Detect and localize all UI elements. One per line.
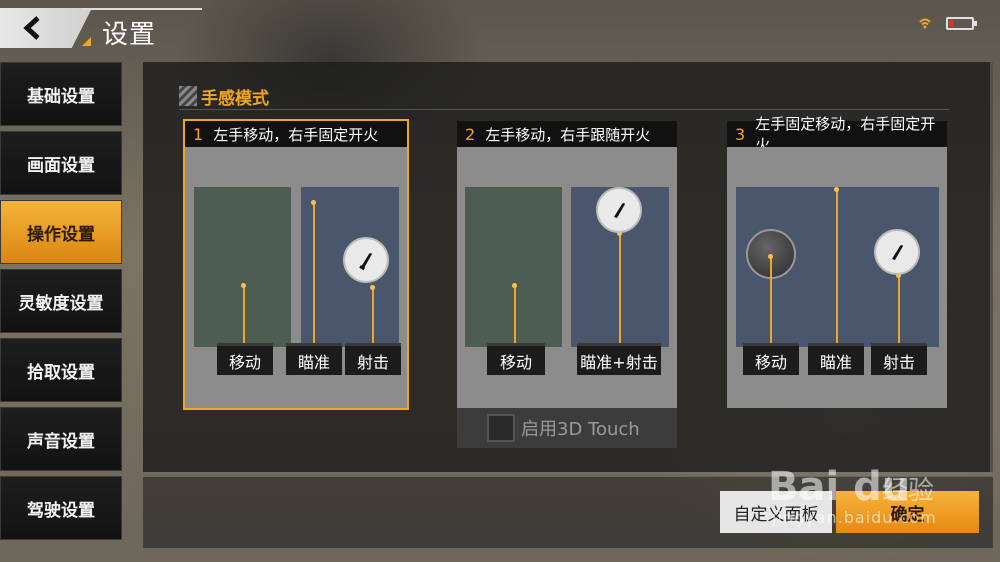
aim-guide-line (313, 202, 315, 343)
title-corner-accent (82, 37, 91, 46)
status-indicators (918, 16, 977, 30)
bullet-icon (596, 187, 642, 233)
bullet-icon (343, 237, 389, 283)
bullet-icon (874, 229, 920, 275)
mode-number: 1 (193, 124, 204, 144)
section-title: 手感模式 (201, 89, 269, 109)
sidebar-item-driving[interactable]: 驾驶设置 (0, 476, 122, 540)
mode-title: 左手移动，右手跟随开火 (485, 125, 651, 144)
tag-move: 移动 (217, 343, 273, 375)
title-frame: 设置 (82, 8, 202, 50)
move-touch-point (241, 283, 246, 288)
back-button[interactable] (0, 8, 92, 48)
section-header: 手感模式 (179, 84, 949, 110)
tag-move: 移动 (743, 343, 799, 375)
mode-number: 3 (735, 124, 746, 144)
tag-aim-fire: 瞄准+射击 (577, 343, 661, 375)
fire-touch-point (370, 285, 375, 290)
move-guide-line (514, 285, 516, 343)
tag-move: 移动 (487, 343, 545, 375)
sidebar-item-sensitivity[interactable]: 灵敏度设置 (0, 269, 122, 333)
sidebar-item-sound[interactable]: 声音设置 (0, 407, 122, 471)
fire-guide-line (898, 275, 900, 343)
mode-header: 1 左手移动，右手固定开火 (185, 121, 407, 147)
wifi-icon (919, 18, 931, 29)
move-touch-point (768, 254, 773, 259)
confirm-button[interactable]: 确定 (836, 491, 979, 533)
move-guide-line (243, 285, 245, 343)
fire-guide-line (372, 287, 374, 343)
tag-aim: 瞄准 (808, 343, 864, 375)
battery-low-icon (946, 16, 977, 30)
sidebar-item-graphics[interactable]: 画面设置 (0, 131, 122, 195)
mode-preview: 移动 瞄准+射击 (457, 147, 677, 408)
mode-header: 2 左手移动，右手跟随开火 (457, 121, 677, 147)
move-touch-point (512, 283, 517, 288)
sidebar-item-pickup[interactable]: 拾取设置 (0, 338, 122, 402)
settings-sidebar: 基础设置 画面设置 操作设置 灵敏度设置 拾取设置 声音设置 驾驶设置 (0, 62, 122, 545)
tag-fire: 射击 (871, 343, 927, 375)
aim-fire-guide-line (619, 233, 621, 343)
page-title: 设置 (102, 20, 157, 50)
controls-panel: 手感模式 1 左手移动，右手固定开火 移动 瞄准 射击 2 左手移动，右手跟随开… (143, 62, 993, 472)
custom-panel-button[interactable]: 自定义面板 (720, 491, 832, 533)
aim-touch-point (311, 200, 316, 205)
mode-title: 左手移动，右手固定开火 (213, 125, 379, 144)
mode-preview: 移动 瞄准 射击 (185, 147, 407, 408)
top-bar: 设置 (0, 0, 1000, 56)
3d-touch-checkbox[interactable] (487, 414, 515, 442)
move-guide-line (770, 257, 772, 343)
aim-touch-point (834, 187, 839, 192)
aim-guide-line (836, 189, 838, 343)
3d-touch-toggle[interactable]: 启用3D Touch (457, 408, 677, 448)
section-stripe-icon (179, 86, 197, 106)
mode-card-2[interactable]: 2 左手移动，右手跟随开火 移动 瞄准+射击 (457, 121, 677, 408)
back-arrow-icon (23, 16, 40, 40)
battery-level-fill (949, 19, 953, 27)
tag-fire: 射击 (345, 343, 401, 375)
mode-preview: 移动 瞄准 射击 (727, 147, 947, 408)
mode-card-3[interactable]: 3 左手固定移动，右手固定开火 移动 瞄准 射击 (727, 115, 947, 408)
mode-card-1[interactable]: 1 左手移动，右手固定开火 移动 瞄准 射击 (183, 119, 409, 410)
sidebar-item-controls[interactable]: 操作设置 (0, 200, 122, 264)
3d-touch-label: 启用3D Touch (521, 419, 640, 440)
mode-header: 3 左手固定移动，右手固定开火 (727, 115, 947, 154)
sidebar-item-basic[interactable]: 基础设置 (0, 62, 122, 126)
mode-number: 2 (465, 124, 476, 144)
tag-aim: 瞄准 (286, 343, 342, 375)
